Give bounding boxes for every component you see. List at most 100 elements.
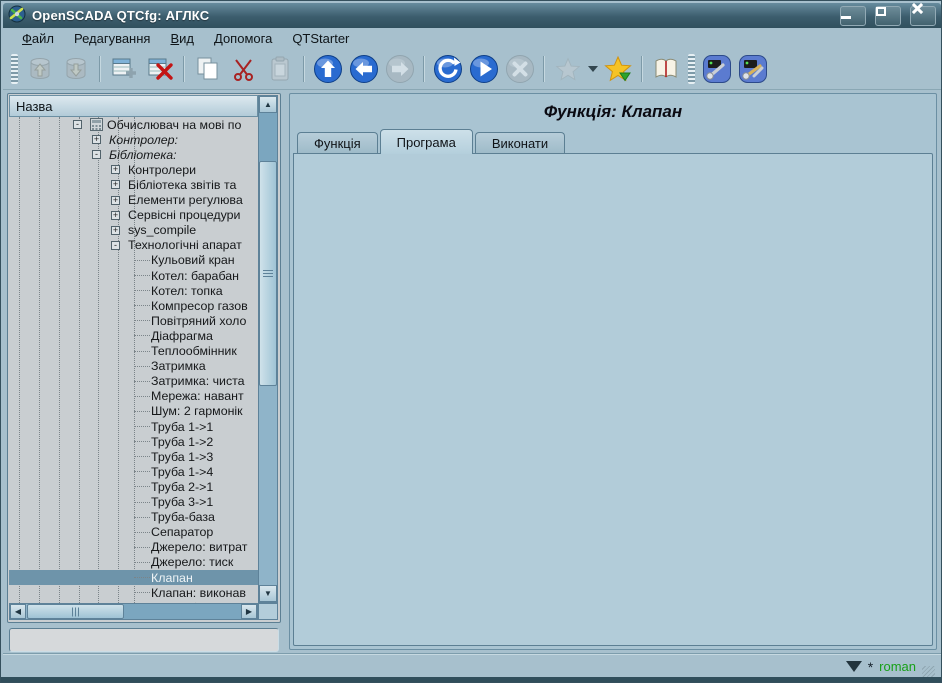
expand-icon[interactable]: + (111, 211, 120, 220)
favorite-dropdown-icon[interactable] (586, 52, 600, 86)
tree-item-label: Труба 1->2 (151, 435, 213, 449)
tree-connector (134, 335, 150, 336)
tab-Програма[interactable]: Програма (380, 129, 473, 154)
menu-item-Вид[interactable]: Вид (161, 29, 203, 48)
title-bar[interactable]: OpenSCADA QTCfg: АГЛКС (3, 3, 941, 28)
tree-item-Контролер:[interactable]: + Контролер: (9, 132, 258, 147)
add-favorite-icon[interactable] (601, 52, 635, 86)
tree-item-Джерело: тиск[interactable]: Джерело: тиск (9, 555, 258, 570)
tree-item-Клапан: виконав[interactable]: Клапан: виконав (9, 585, 258, 600)
collapse-icon[interactable]: - (73, 120, 82, 129)
tree-item-Шум: 2 гармонік[interactable]: Шум: 2 гармонік (9, 404, 258, 419)
tree-item-Джерело: витрат[interactable]: Джерело: витрат (9, 540, 258, 555)
tree-item-Обчислювач на мові по[interactable]: -Обчислювач на мові по (9, 117, 258, 132)
tree-item-Бібліотека звітів та[interactable]: +Бібліотека звітів та (9, 177, 258, 192)
tree-item-Елементи регулюва[interactable]: +Елементи регулюва (9, 193, 258, 208)
tree-item-label: Джерело: витрат (151, 540, 247, 554)
navigation-tree[interactable]: -Обчислювач на мові по + Контролер:-Бібліо… (9, 117, 258, 603)
scroll-left-arrow[interactable]: ◀ (10, 604, 26, 619)
maximize-button[interactable] (875, 6, 901, 26)
tree-item-Труба-база[interactable]: Труба-база (9, 510, 258, 525)
tree-item-Труба 1->1[interactable]: Труба 1->1 (9, 419, 258, 434)
vision-launcher-icon[interactable] (736, 52, 770, 86)
back-icon[interactable] (347, 52, 381, 86)
scroll-right-arrow[interactable]: ▶ (241, 604, 257, 619)
tree-item-label: sys_compile (128, 223, 196, 237)
tree-item-sys_compile[interactable]: + sys_compile (9, 223, 258, 238)
tree-connector (134, 305, 150, 306)
menu-item-Допомога[interactable]: Допомога (205, 29, 281, 48)
expand-icon[interactable]: + (111, 226, 120, 235)
close-button[interactable] (910, 6, 936, 26)
menu-item-Редагування[interactable]: Редагування (65, 29, 160, 48)
tree-item-Діафрагма[interactable]: Діафрагма (9, 328, 258, 343)
tree-item-Сервісні процедури[interactable]: +Сервісні процедури (9, 208, 258, 223)
expand-icon[interactable]: + (111, 196, 120, 205)
tree-item-Труба 1->2[interactable]: Труба 1->2 (9, 434, 258, 449)
tree-item-Котел: топка[interactable]: Котел: топка (9, 283, 258, 298)
scroll-down-arrow[interactable]: ▼ (259, 585, 277, 602)
tree-connector (134, 471, 150, 472)
tree-item-label: Контролер: (109, 133, 178, 147)
tree-item-label: Діафрагма (151, 329, 213, 343)
tree-item-Бібліотека:[interactable]: -Бібліотека: (9, 147, 258, 162)
tree-item-Труба 3->1[interactable]: Труба 3->1 (9, 495, 258, 510)
tree-filter-input[interactable] (9, 628, 279, 652)
tree-column-header[interactable]: Назва (9, 95, 258, 117)
tree-item-label: Мережа: навант (151, 389, 244, 403)
menu-item-Файл[interactable]: Файл (13, 29, 63, 48)
copy-item-icon[interactable] (191, 52, 225, 86)
collapse-icon[interactable]: - (111, 241, 120, 250)
tree-item-Кульовий кран[interactable]: Кульовий кран (9, 253, 258, 268)
tree-connector (134, 441, 150, 442)
tree-vertical-scrollbar[interactable]: ▲ ▼ (258, 95, 278, 603)
separator (183, 56, 185, 82)
expand-icon[interactable]: + (111, 165, 120, 174)
tab-Виконати[interactable]: Виконати (475, 132, 565, 154)
tray-arrow-icon[interactable] (846, 661, 862, 672)
start-updating-icon[interactable] (467, 52, 501, 86)
tree-connector (134, 486, 150, 487)
menu-item-QTStarter[interactable]: QTStarter (283, 29, 358, 48)
tree-item-Повітряний холо[interactable]: Повітряний холо (9, 313, 258, 328)
tab-Функція[interactable]: Функція (297, 132, 378, 154)
tree-connector (134, 351, 150, 352)
cut-item-icon[interactable] (227, 52, 261, 86)
tree-item-Труба 1->4[interactable]: Труба 1->4 (9, 464, 258, 479)
collapse-icon[interactable]: - (92, 150, 101, 159)
refresh-icon[interactable] (431, 52, 465, 86)
tree-item-Контролери[interactable]: +Контролери (9, 162, 258, 177)
tree-item-Теплообмінник[interactable]: Теплообмінник (9, 344, 258, 359)
manual-icon[interactable] (649, 52, 683, 86)
delete-item-icon[interactable] (143, 52, 177, 86)
tree-item-Труба 1->3[interactable]: Труба 1->3 (9, 449, 258, 464)
current-user[interactable]: roman (879, 659, 916, 674)
tree-item-Технологічні апарат[interactable]: -Технологічні апарат (9, 238, 258, 253)
tree-horizontal-scrollbar[interactable]: ◀ ▶ (9, 603, 258, 620)
tree-item-label: Котел: барабан (151, 269, 239, 283)
tree-item-label: Затримка (151, 359, 206, 373)
tree-item-Затримка[interactable]: Затримка (9, 359, 258, 374)
tree-item-Затримка: чиста[interactable]: Затримка: чиста (9, 374, 258, 389)
up-icon[interactable] (311, 52, 345, 86)
qtcfg-launcher-icon[interactable] (700, 52, 734, 86)
scroll-up-arrow[interactable]: ▲ (259, 96, 277, 113)
tree-item-Труба 2->1[interactable]: Труба 2->1 (9, 479, 258, 494)
tree-item-Клапан[interactable]: Клапан (9, 570, 258, 585)
add-item-icon[interactable] (107, 52, 141, 86)
tree-item-Мережа: навант[interactable]: Мережа: навант (9, 389, 258, 404)
tree-connector (134, 577, 150, 578)
toolbar-grip[interactable] (688, 54, 695, 84)
tree-item-label: Затримка: чиста (151, 374, 245, 388)
expand-icon[interactable]: + (111, 180, 120, 189)
tree-connector (134, 396, 150, 397)
scrollbar-thumb[interactable] (27, 604, 124, 619)
scrollbar-thumb[interactable] (259, 161, 277, 386)
tree-item-Сепаратор[interactable]: Сепаратор (9, 525, 258, 540)
tree-item-Компресор газов[interactable]: Компресор газов (9, 298, 258, 313)
tree-connector (134, 517, 150, 518)
tree-item-Котел: барабан[interactable]: Котел: барабан (9, 268, 258, 283)
toolbar-grip[interactable] (11, 54, 18, 84)
expand-icon[interactable]: + (92, 135, 101, 144)
minimize-button[interactable] (840, 6, 866, 26)
